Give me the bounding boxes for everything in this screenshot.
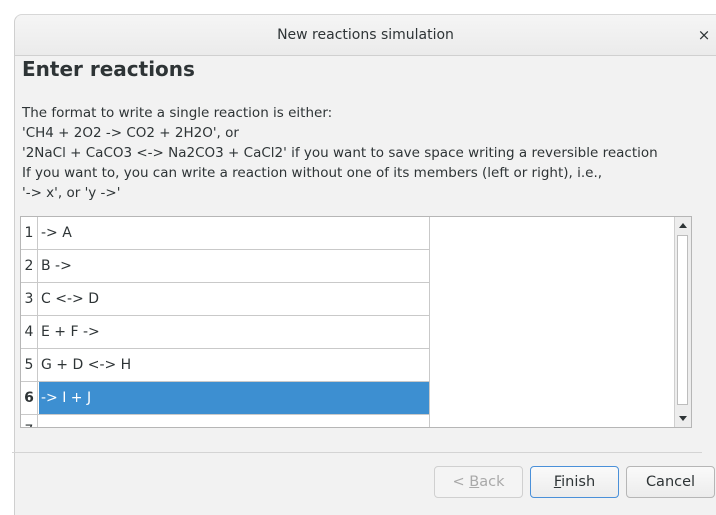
format-description: The format to write a single reaction is… xyxy=(22,103,698,203)
scroll-down-arrow-icon[interactable] xyxy=(679,416,687,421)
reaction-row[interactable]: 3 C <-> D xyxy=(21,283,430,316)
description-line: '-> x', or 'y ->' xyxy=(22,185,121,201)
back-prefix: < xyxy=(452,474,470,490)
line-number: 5 xyxy=(21,349,38,381)
line-number: 4 xyxy=(21,316,38,348)
reaction-text[interactable]: G + D <-> H xyxy=(39,349,429,381)
back-mnemonic: B xyxy=(469,474,480,490)
finish-rest: inish xyxy=(561,474,596,490)
vertical-scrollbar[interactable] xyxy=(674,217,691,427)
button-separator xyxy=(12,452,702,453)
description-line: The format to write a single reaction is… xyxy=(22,105,333,121)
reaction-row[interactable]: 2 B -> xyxy=(21,250,430,283)
back-button[interactable]: < Back xyxy=(434,466,523,498)
reaction-row[interactable]: 4 E + F -> xyxy=(21,316,430,349)
page-heading: Enter reactions xyxy=(22,57,195,81)
line-number: 7 xyxy=(21,415,38,427)
back-rest: ack xyxy=(479,474,505,490)
description-line: If you want to, you can write a reaction… xyxy=(22,165,603,181)
title-bar[interactable]: New reactions simulation × xyxy=(15,15,716,56)
reaction-text[interactable]: B -> xyxy=(39,250,429,282)
description-line: 'CH4 + 2O2 -> CO2 + 2H2O', or xyxy=(22,125,239,141)
reaction-text[interactable] xyxy=(39,415,429,427)
reaction-row[interactable]: 1 -> A xyxy=(21,217,430,250)
line-number: 3 xyxy=(21,283,38,315)
description-line: '2NaCl + CaCO3 <-> Na2CO3 + CaCl2' if yo… xyxy=(22,145,658,161)
reaction-text[interactable]: -> A xyxy=(39,217,429,249)
reaction-row-selected[interactable]: 6 -> I + J xyxy=(21,382,430,415)
window-title: New reactions simulation xyxy=(277,27,454,43)
reactions-editor[interactable]: 1 -> A 2 B -> 3 C <-> D 4 E + F -> 5 G +… xyxy=(20,216,692,428)
reaction-text[interactable]: E + F -> xyxy=(39,316,429,348)
line-number: 2 xyxy=(21,250,38,282)
finish-button[interactable]: Finish xyxy=(530,466,619,498)
line-number: 1 xyxy=(21,217,38,249)
reaction-row[interactable]: 5 G + D <-> H xyxy=(21,349,430,382)
reaction-text[interactable]: -> I + J xyxy=(39,382,429,414)
reaction-row[interactable]: 7 xyxy=(21,415,430,427)
scroll-up-arrow-icon[interactable] xyxy=(679,223,687,228)
cancel-button[interactable]: Cancel xyxy=(626,466,715,498)
close-icon[interactable]: × xyxy=(694,15,714,55)
line-number: 6 xyxy=(21,382,38,414)
reaction-text[interactable]: C <-> D xyxy=(39,283,429,315)
scrollbar-thumb[interactable] xyxy=(677,235,688,405)
